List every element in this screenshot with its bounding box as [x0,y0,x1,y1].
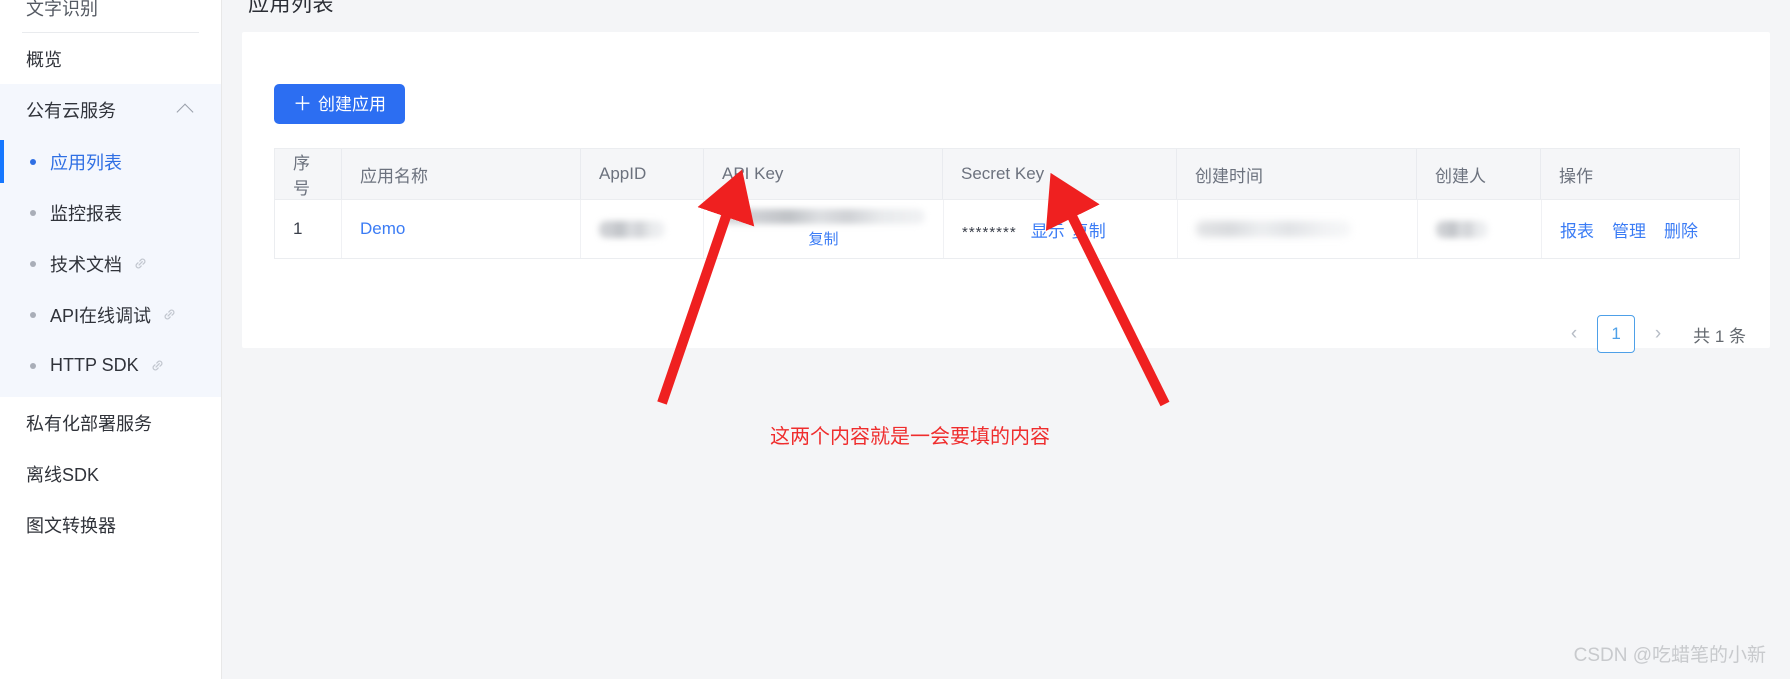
create-app-button[interactable]: ＋ 创建应用 [274,84,406,124]
sidebar-item-monitor-report[interactable]: 监控报表 [0,187,221,238]
sidebar-item-image-text-converter[interactable]: 图文转换器 [0,499,221,550]
created-at-masked-value [1196,221,1351,237]
table-header-api-key: API Key [704,149,943,199]
cell-app-name: Demo [342,200,581,258]
table-header-index: 序号 [275,149,342,199]
table-header-row: 序号 应用名称 AppID API Key Secret Key 创建时间 创建… [275,149,1739,200]
secret-key-masked-value: ******** [962,223,1017,241]
sidebar-item-http-sdk-label: HTTP SDK [50,355,139,375]
external-link-icon [132,255,149,272]
annotation-label: 这两个内容就是一会要填的内容 [770,426,1050,448]
table-header-actions: 操作 [1559,166,1593,186]
cell-creator [1418,200,1542,258]
pagination-page-1[interactable]: 1 [1597,315,1636,353]
cell-secret-key: ******** 显示 复制 [944,200,1178,258]
sidebar-group-public-cloud[interactable]: 公有云服务 [0,84,221,136]
api-key-masked-value [722,209,925,224]
bullet-icon [30,362,36,369]
sidebar-subgroup: 应用列表 监控报表 技术文档 API在线调试 HTTP SDK [0,136,221,397]
cell-actions: 报表 管理 删除 [1542,200,1739,258]
table-header-creator: 创建人 [1417,149,1541,199]
bullet-icon [30,311,36,318]
app-name-link[interactable]: Demo [360,219,405,239]
sidebar-group-label: 公有云服务 [26,101,116,121]
api-key-copy-link[interactable]: 复制 [808,228,838,249]
pagination-prev-button[interactable]: ‹ [1561,319,1587,349]
main-content: 应用列表 ＋ 创建应用 序号 应用名称 AppID API Key Secret… [222,0,1790,679]
sidebar: 文字识别 概览 公有云服务 应用列表 监控报表 技术文档 API在线调试 HTT… [0,0,222,679]
table-header-appid: AppID [581,149,704,199]
sidebar-item-app-list[interactable]: 应用列表 [0,136,221,187]
action-delete-link[interactable]: 删除 [1664,217,1698,242]
pagination: ‹ 1 › 共 1 条 [1561,315,1746,353]
action-manage-link[interactable]: 管理 [1612,217,1646,242]
table-header-app-name: 应用名称 [342,149,581,199]
sidebar-item-offline-sdk-label: 离线SDK [26,464,100,485]
table-header-created-at: 创建时间 [1177,149,1417,199]
sidebar-item-app-list-label: 应用列表 [50,152,122,173]
secret-key-copy-link[interactable]: 复制 [1072,217,1106,242]
cell-index: 1 [275,200,342,258]
page-title: 应用列表 [248,0,334,16]
sidebar-item-private-deploy-label: 私有化部署服务 [26,413,152,434]
external-link-icon [149,357,166,374]
sidebar-item-http-sdk[interactable]: HTTP SDK [0,340,221,391]
appid-masked-value [599,220,665,238]
creator-masked-value [1436,220,1488,238]
app-root: 文字识别 概览 公有云服务 应用列表 监控报表 技术文档 API在线调试 HTT… [0,0,1790,679]
table-header-secret-key: Secret Key [943,149,1177,199]
create-app-button-label: 创建应用 [318,94,387,114]
sidebar-item-tech-docs-label: 技术文档 [50,254,122,275]
sidebar-item-tech-docs[interactable]: 技术文档 [0,238,221,289]
plus-icon: ＋ [293,93,313,115]
sidebar-item-monitor-report-label: 监控报表 [50,203,122,224]
sidebar-brand: 文字识别 [26,0,98,19]
cell-appid [581,200,704,258]
chevron-up-icon [176,103,194,121]
pagination-next-button[interactable]: › [1645,319,1671,349]
bullet-icon [30,209,36,216]
sidebar-item-overview-label: 概览 [26,49,62,70]
sidebar-item-image-text-converter-label: 图文转换器 [26,515,116,536]
sidebar-item-private-deploy[interactable]: 私有化部署服务 [0,397,221,448]
table-row: 1 Demo 复制 ******** 显示 复制 报表 管理 删除 [275,200,1739,259]
external-link-icon [161,306,178,323]
secret-key-show-link[interactable]: 显示 [1031,217,1065,242]
app-list-table: 序号 应用名称 AppID API Key Secret Key 创建时间 创建… [274,148,1740,259]
bullet-icon [30,260,36,267]
pagination-total-label: 共 1 条 [1693,326,1746,346]
app-list-panel: ＋ 创建应用 序号 应用名称 AppID API Key Secret Key … [242,32,1770,353]
sidebar-item-api-debug[interactable]: API在线调试 [0,289,221,340]
sidebar-item-offline-sdk[interactable]: 离线SDK [0,448,221,499]
cell-created-at [1178,200,1418,258]
row-actions: 报表 管理 删除 [1560,217,1698,242]
cell-api-key: 复制 [704,200,944,258]
bullet-icon [30,158,36,165]
sidebar-item-overview[interactable]: 概览 [0,33,221,84]
watermark: CSDN @吃蜡笔的小新 [1573,645,1766,666]
action-report-link[interactable]: 报表 [1560,217,1594,242]
sidebar-item-api-debug-label: API在线调试 [50,305,152,326]
secret-key-line: ******** 显示 复制 [962,217,1106,242]
